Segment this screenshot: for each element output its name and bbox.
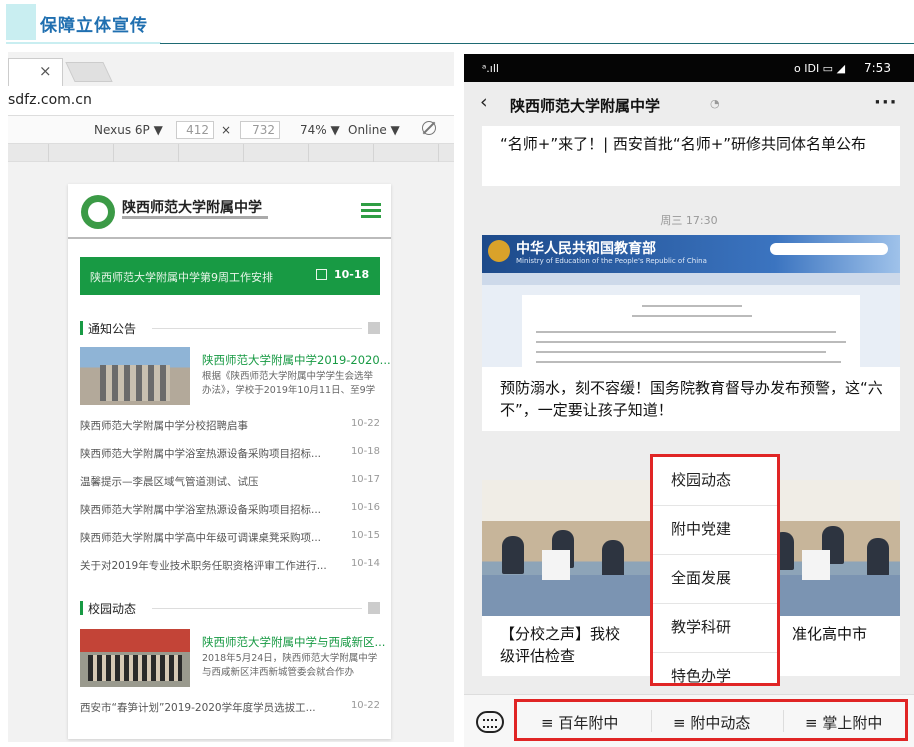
status-time: 7:53 — [864, 61, 891, 75]
weekly-schedule-banner[interactable]: 陕西师范大学附属中学第9周工作安排 10-18 — [80, 257, 380, 295]
header-underline — [6, 42, 161, 44]
tab-close-icon[interactable]: × — [39, 62, 52, 80]
submenu-item[interactable]: 全面发展 — [653, 555, 777, 604]
list-item[interactable]: 关于对2019年专业技术职务任职资格评审工作进行... 10-14 — [80, 558, 380, 574]
ministry-title: 中华人民共和国教育部 — [516, 241, 656, 257]
article-title-tail: 准化高中市 — [792, 625, 868, 643]
header-divider — [160, 43, 914, 44]
article-card[interactable]: 中华人民共和国教育部 Ministry of Education of the … — [482, 235, 900, 431]
ministry-subtitle: Ministry of Education of the People's Re… — [516, 257, 707, 265]
submenu-item[interactable]: 特色办学 — [653, 653, 777, 702]
back-arrow-icon[interactable]: ‹ — [480, 91, 488, 113]
mobile-site-preview: 陕西师范大学附属中学 陕西师范大学附属中学第9周工作安排 10-18 通知公告 … — [68, 184, 391, 739]
school-logo-icon — [81, 195, 115, 229]
keyboard-icon[interactable] — [476, 711, 504, 733]
list-item[interactable]: 陕西师范大学附属中学高中年级可调课桌凳采购项... 10-15 — [80, 530, 380, 546]
slide-header: 保障立体宣传 — [0, 0, 914, 44]
notice-thumbnail[interactable] — [80, 347, 190, 405]
submenu-item[interactable]: 附中党建 — [653, 506, 777, 555]
calendar-icon — [316, 269, 327, 280]
ministry-emblem-icon — [488, 240, 510, 262]
notice-featured-desc: 根据《陕西师范大学附属中学学生会选举办法》，学校于2019年10月11日、至9学 — [202, 371, 376, 396]
submenu-item[interactable]: 校园动态 — [653, 457, 777, 506]
address-bar[interactable]: sdfz.com.cn — [8, 86, 454, 116]
article-title: 预防溺水，刻不容缓！国务院教育督导办发布预警，这“六不”，一定要让孩子知道！ — [500, 379, 883, 419]
list-item[interactable]: 陕西师范大学附属中学浴室热源设备采购项目招标... 10-18 — [80, 446, 380, 462]
height-input[interactable]: 732 — [240, 121, 280, 139]
more-icon[interactable] — [368, 322, 380, 334]
network-select[interactable]: Online ▼ — [348, 123, 400, 137]
submenu-popup: 校园动态 附中党建 全面发展 教学科研 特色办学 — [650, 454, 780, 686]
list-item[interactable]: 陕西师范大学附属中学浴室热源设备采购项目招标... 10-16 — [80, 502, 380, 518]
campus-featured-desc: 2018年5月24日，陕西师范大学附属中学与西咸新区沣西新城管委会就合作办 — [202, 653, 378, 678]
campus-section-header: 校园动态 — [80, 599, 380, 617]
list-item[interactable]: 陕西师范大学附属中学分校招聘启事 10-22 — [80, 418, 380, 434]
article-cover-image: 中华人民共和国教育部 Ministry of Education of the … — [482, 235, 900, 367]
status-bar: ᵃ.ıll ᴏ IDI ▭ ◢ 7:53 — [464, 54, 914, 82]
notice-featured-title[interactable]: 陕西师范大学附属中学2019-2020... — [202, 352, 391, 368]
site-header: 陕西师范大学附属中学 — [68, 184, 391, 239]
phone-panel: ᵃ.ıll ᴏ IDI ▭ ◢ 7:53 ‹ 陕西师范大学附属中学 ◔ ··· … — [464, 54, 914, 747]
campus-featured-title[interactable]: 陕西师范大学附属中学与西咸新区... — [202, 634, 385, 650]
account-title: 陕西师范大学附属中学 — [510, 97, 661, 115]
article-title: 【分校之声】我校 — [500, 625, 621, 643]
menu-tab-mobile[interactable]: ≡ 掌上附中 — [805, 712, 882, 733]
article-title: “名师+”来了！| 西安首批“名师+”研修共同体名单公布 — [500, 135, 867, 153]
bottom-menu-highlight: ≡ 百年附中 ≡ 附中动态 ≡ 掌上附中 — [514, 699, 908, 741]
rotate-icon[interactable] — [422, 121, 436, 135]
tab-bar: × — [8, 52, 454, 86]
zoom-select[interactable]: 74% ▼ — [300, 123, 340, 137]
more-icon[interactable] — [368, 602, 380, 614]
menu-tab-news[interactable]: ≡ 附中动态 — [673, 712, 750, 733]
notice-section-header: 通知公告 — [80, 319, 380, 337]
status-icons: ᴏ IDI ▭ ◢ — [794, 62, 846, 75]
site-logo-text: 陕西师范大学附属中学 — [122, 200, 262, 216]
banner-date: 10-18 — [334, 268, 370, 281]
width-input[interactable]: 412 — [176, 121, 214, 139]
campus-section-title: 校园动态 — [88, 602, 137, 616]
more-options-icon[interactable]: ··· — [874, 92, 898, 113]
message-time: 周三 17:30 — [660, 214, 718, 227]
hamburger-menu-icon[interactable] — [361, 203, 381, 219]
logo-subtitle-bar — [122, 216, 268, 219]
campus-thumbnail[interactable] — [80, 629, 190, 687]
new-tab-button[interactable] — [65, 62, 113, 82]
submenu-item[interactable]: 教学科研 — [653, 604, 777, 653]
url-text: sdfz.com.cn — [8, 92, 92, 108]
slide-title: 保障立体宣传 — [40, 16, 148, 36]
device-select[interactable]: Nexus 6P ▼ — [94, 123, 163, 137]
list-item[interactable]: 温馨提示—李晨区域气管道测试、试压 10-17 — [80, 474, 380, 490]
ruler — [8, 144, 454, 162]
browser-tab[interactable]: × — [8, 58, 63, 86]
verified-icon: ◔ — [710, 97, 720, 110]
chat-nav-bar: ‹ 陕西师范大学附属中学 ◔ ··· — [464, 82, 914, 126]
banner-text: 陕西师范大学附属中学第9周工作安排 — [90, 271, 273, 284]
device-toolbar: Nexus 6P ▼ 412 × 732 74% ▼ Online ▼ — [8, 116, 454, 144]
dimension-times: × — [221, 123, 232, 137]
header-accent-block — [6, 4, 36, 40]
notice-section-title: 通知公告 — [88, 322, 137, 336]
list-item[interactable]: 西安市“春笋计划”2019-2020学年度学员选拔工... 10-22 — [80, 700, 380, 716]
signal-icon: ᵃ.ıll — [482, 62, 499, 75]
article-card[interactable]: “名师+”来了！| 西安首批“名师+”研修共同体名单公布 — [482, 126, 900, 186]
article-title-line2: 级评估检查 — [500, 647, 576, 665]
menu-tab-centennial[interactable]: ≡ 百年附中 — [541, 712, 618, 733]
browser-panel: × sdfz.com.cn Nexus 6P ▼ 412 × 732 74% ▼… — [8, 52, 454, 742]
